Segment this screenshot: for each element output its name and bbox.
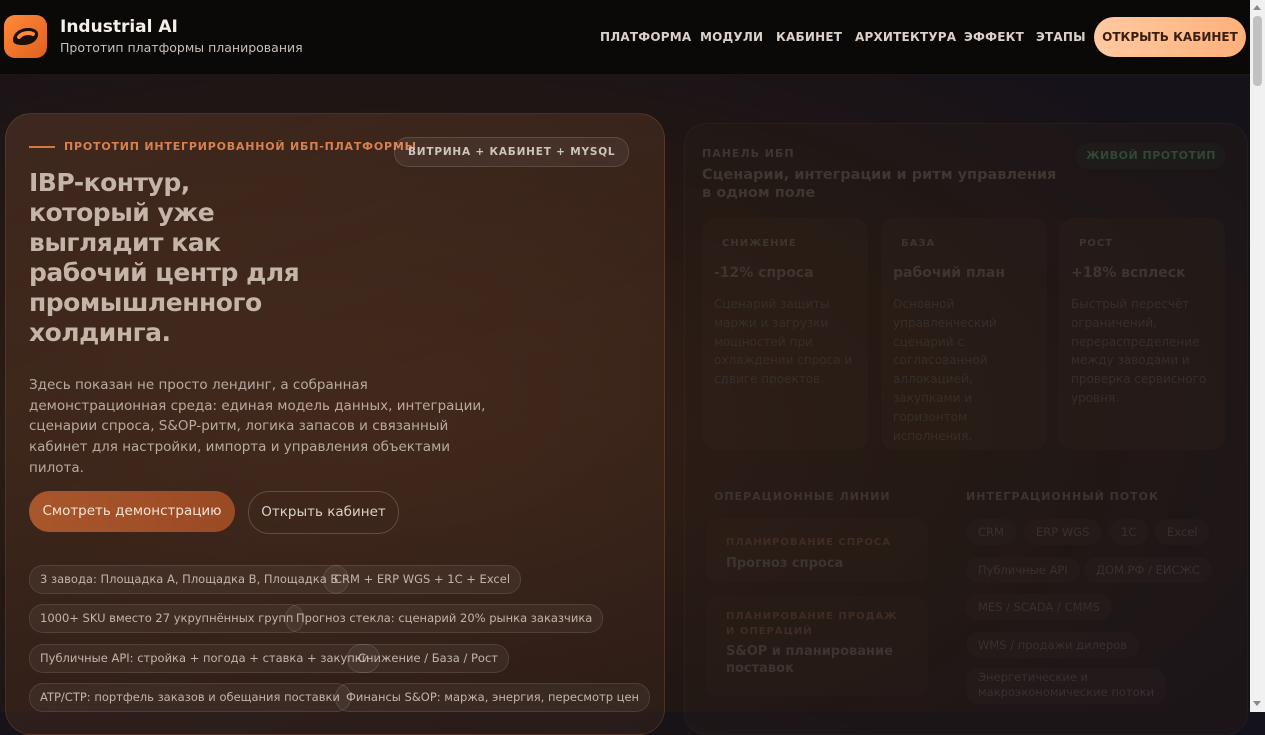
integration-chip: 1С: [1109, 519, 1149, 545]
live-prototype-badge: ЖИВОЙ ПРОТОТИП: [1076, 143, 1226, 169]
watch-demo-button[interactable]: Смотреть демонстрацию: [29, 491, 235, 532]
operation-line-kicker: ПЛАНИРОВАНИЕ СПРОСА: [726, 537, 892, 548]
hero-tag: Публичные API: стройка + погода + ставка…: [29, 644, 381, 673]
nav-item-stages[interactable]: ЭТАПЫ: [1036, 30, 1086, 44]
integration-chip: MES / SCADA / CMMS: [966, 594, 1112, 620]
scenario-description: Сценарий защиты маржи и загрузки мощност…: [714, 297, 853, 387]
operation-line-card[interactable]: [706, 518, 928, 582]
integration-chip: Публичные API: [966, 557, 1080, 583]
operation-line-kicker: ПЛАНИРОВАНИЕ ПРОДАЖ И ОПЕРАЦИЙ: [726, 611, 898, 637]
operation-line-title: S&OP и планирование поставок: [726, 644, 893, 676]
scroll-down-arrow-icon[interactable]: [1253, 701, 1261, 706]
hero-tag: ATP/CTP: портфель заказов и обещания пос…: [29, 683, 351, 712]
scroll-up-arrow-icon[interactable]: [1253, 5, 1261, 10]
scenario-description: Основной управленческий сценарий с согла…: [893, 297, 997, 443]
nav-item-modules[interactable]: МОДУЛИ: [700, 30, 763, 44]
hero-eyebrow: ПРОТОТИП ИНТЕГРИРОВАННОЙ ИБП-ПЛАТФОРМЫ: [64, 140, 417, 153]
integration-chip: ДОМ.РФ / ЕИСЖС: [1084, 557, 1212, 583]
scenario-kicker: БАЗА: [901, 238, 936, 249]
scenario-title: рабочий план: [893, 265, 1006, 281]
hero-tag: Снижение / База / Рост: [347, 644, 509, 673]
hero-tag: Прогноз стекла: сценарий 20% рынка заказ…: [285, 604, 604, 633]
hero-tag: CRM + ERP WGS + 1С + Excel: [323, 565, 522, 594]
page-scrollbar[interactable]: [1250, 0, 1265, 712]
scenario-description: Быстрый пересчёт ограничений, перераспре…: [1071, 297, 1207, 405]
hero-tag: 1000+ SKU вместо 27 укрупнённых групп: [29, 604, 305, 633]
scenario-title: +18% всплеск: [1071, 265, 1186, 281]
brand-subtitle: Прототип платформы планирования: [60, 40, 303, 55]
open-cabinet-cta-button[interactable]: ОТКРЫТЬ КАБИНЕТ: [1094, 17, 1246, 57]
headline-line: IBP-контур,: [29, 168, 190, 197]
operations-kicker: ОПЕРАЦИОННЫЕ ЛИНИИ: [714, 490, 891, 503]
open-cabinet-button[interactable]: Открыть кабинет: [248, 491, 399, 534]
nav-item-effect[interactable]: ЭФФЕКТ: [964, 30, 1024, 44]
integration-flow-kicker: ИНТЕГРАЦИОННЫЙ ПОТОК: [966, 490, 1160, 503]
eyebrow-divider: [29, 146, 55, 148]
nav-item-cabinet[interactable]: КАБИНЕТ: [776, 30, 842, 44]
hero-tag: Финансы S&OP: маржа, энергия, пересмотр …: [335, 683, 651, 712]
integration-chip-line: макроэкономические потоки: [978, 685, 1155, 699]
nav-item-architecture[interactable]: АРХИТЕКТУРА: [855, 30, 956, 44]
headline-line: выглядит как: [29, 228, 221, 257]
scenario-kicker: РОСТ: [1079, 238, 1113, 249]
scrollbar-thumb[interactable]: [1253, 16, 1262, 86]
scenario-title: -12% спроса: [714, 265, 814, 281]
headline-line: который уже: [29, 198, 215, 227]
headline-line: рабочий центр для: [29, 258, 300, 287]
integration-chip-line: Энергетические и: [978, 670, 1089, 684]
brand-title[interactable]: Industrial AI: [60, 17, 178, 37]
panel-kicker: ПАНЕЛЬ ИБП: [702, 147, 795, 160]
hero-lead-text: Здесь показан не просто лендинг, а собра…: [29, 377, 486, 476]
brand-logo-icon[interactable]: [4, 15, 47, 58]
hero-eyebrow-chip: ВИТРИНА + КАБИНЕТ + MYSQL: [394, 137, 630, 167]
integration-chip: CRM: [966, 519, 1016, 545]
nav-item-platform[interactable]: ПЛАТФОРМА: [600, 30, 691, 44]
integration-chip: Энергетические и макроэкономические пото…: [966, 668, 1167, 704]
hero-tag: 3 завода: Площадка А, Площадка В, Площад…: [29, 565, 350, 594]
hero-headline: IBP-контур, который уже выглядит как раб…: [29, 168, 319, 348]
headline-line: холдинга.: [29, 318, 171, 347]
headline-line: промышленного: [29, 288, 262, 317]
scenario-kicker: СНИЖЕНИЕ: [722, 238, 797, 249]
integration-chip: WMS / продажи дилеров: [966, 632, 1140, 658]
panel-title: Сценарии, интеграции и ритм управления в…: [702, 167, 1057, 201]
integration-chip: Excel: [1155, 519, 1210, 545]
integration-chip: ERP WGS: [1024, 519, 1102, 545]
operation-line-title: Прогноз спроса: [726, 556, 844, 571]
